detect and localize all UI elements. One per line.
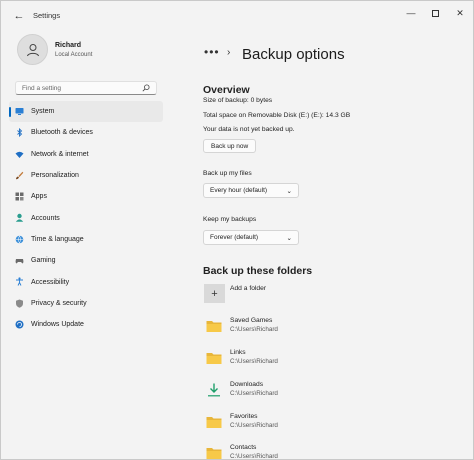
search-icon <box>142 84 150 92</box>
maximize-icon <box>431 9 439 17</box>
add-folder-button[interactable]: + <box>204 284 225 303</box>
accounts-icon <box>15 213 24 223</box>
keep-backups-label: Keep my backups <box>203 216 257 223</box>
accessibility-icon <box>15 277 24 287</box>
sidebar-item-label: Bluetooth & devices <box>31 129 93 137</box>
overview-heading: Overview <box>203 84 250 96</box>
sidebar-item-system[interactable]: System <box>9 101 163 123</box>
scrollbar[interactable] <box>469 31 472 451</box>
folder-path: C:\Users\Richard <box>230 390 278 397</box>
folder-path: C:\Users\Richard <box>230 422 278 429</box>
sidebar-item-bluetooth[interactable]: Bluetooth & devices <box>9 122 163 143</box>
sidebar-item-personalization[interactable]: Personalization <box>9 165 163 186</box>
folder-name: Links <box>230 349 246 356</box>
settings-window: ← Settings — ✕ Richard Local Account Fin… <box>0 0 474 460</box>
folder-item[interactable]: Links C:\Users\Richard <box>206 349 466 375</box>
search-input[interactable]: Find a setting <box>15 81 157 95</box>
sidebar-item-gaming[interactable]: Gaming <box>9 250 163 271</box>
sidebar-item-label: Windows Update <box>31 321 84 329</box>
folder-name: Favorites <box>230 413 258 420</box>
chevron-down-icon: ⌄ <box>286 187 292 195</box>
folder-item[interactable]: Downloads C:\Users\Richard <box>206 381 466 407</box>
sidebar-item-label: Network & internet <box>31 150 89 158</box>
minimize-button[interactable]: — <box>399 5 423 21</box>
bluetooth-icon <box>15 128 24 138</box>
breadcrumb-more-button[interactable]: ••• <box>204 45 220 59</box>
backup-frequency-select[interactable]: Every hour (default) ⌄ <box>203 183 299 198</box>
sidebar-item-accounts[interactable]: Accounts <box>9 207 163 228</box>
download-icon <box>208 383 220 397</box>
sidebar-item-apps[interactable]: Apps <box>9 186 163 207</box>
backup-frequency-label: Back up my files <box>203 170 252 177</box>
sidebar-nav: System Bluetooth & devices Network & int… <box>9 101 163 335</box>
account-type: Local Account <box>55 52 93 58</box>
sidebar-item-windows-update[interactable]: Windows Update <box>9 314 163 335</box>
system-icon <box>15 107 24 116</box>
page-title: Backup options <box>242 46 345 63</box>
folder-item[interactable]: Saved Games C:\Users\Richard <box>206 317 466 343</box>
chevron-right-icon: › <box>227 47 231 58</box>
backup-size-text: Size of backup: 0 bytes <box>203 97 273 104</box>
folder-path: C:\Users\Richard <box>230 326 278 333</box>
maximize-button[interactable] <box>423 5 447 21</box>
close-button[interactable]: ✕ <box>448 5 472 21</box>
shield-icon <box>15 299 24 308</box>
sidebar-item-label: Personalization <box>31 172 79 180</box>
network-icon <box>15 150 24 159</box>
keep-backups-value: Forever (default) <box>210 234 259 241</box>
sidebar-item-label: Accessibility <box>31 278 70 286</box>
sidebar-item-time-language[interactable]: Time & language <box>9 229 163 250</box>
title-bar: ← Settings — ✕ <box>1 1 473 31</box>
folder-name: Contacts <box>230 444 257 451</box>
add-folder-label[interactable]: Add a folder <box>230 285 266 292</box>
user-name: Richard <box>55 42 82 49</box>
back-button[interactable]: ← <box>9 7 29 25</box>
sidebar-item-network[interactable]: Network & internet <box>9 144 163 165</box>
folder-icon <box>206 321 222 332</box>
brush-icon <box>15 171 24 180</box>
update-icon <box>15 320 24 329</box>
sidebar-item-label: Gaming <box>31 257 56 265</box>
folder-icon <box>206 353 222 364</box>
total-space-text: Total space on Removable Disk (E:) (E:):… <box>203 112 351 119</box>
person-icon <box>26 43 39 56</box>
back-up-now-button[interactable]: Back up now <box>203 139 257 153</box>
backup-frequency-value: Every hour (default) <box>210 187 268 194</box>
globe-icon <box>15 235 24 244</box>
folder-path: C:\Users\Richard <box>230 358 278 365</box>
sidebar-item-label: Apps <box>31 193 47 201</box>
folder-icon <box>206 417 222 428</box>
window-title: Settings <box>33 11 61 20</box>
backup-status-text: Your data is not yet backed up. <box>203 126 295 133</box>
avatar[interactable] <box>17 34 48 65</box>
sidebar-item-accessibility[interactable]: Accessibility <box>9 271 163 292</box>
folder-name: Downloads <box>230 381 264 388</box>
sidebar-item-privacy-security[interactable]: Privacy & security <box>9 293 163 314</box>
folder-item[interactable]: Favorites C:\Users\Richard <box>206 413 466 439</box>
sidebar-item-label: Privacy & security <box>31 299 87 307</box>
gaming-icon <box>15 256 24 265</box>
folder-icon <box>206 448 222 459</box>
sidebar-item-label: System <box>31 108 55 116</box>
folder-name: Saved Games <box>230 317 273 324</box>
folder-item[interactable]: Contacts C:\Users\Richard <box>206 444 466 460</box>
chevron-down-icon: ⌄ <box>286 234 292 242</box>
keep-backups-select[interactable]: Forever (default) ⌄ <box>203 230 299 245</box>
apps-icon <box>15 192 24 201</box>
search-placeholder: Find a setting <box>22 84 62 92</box>
sidebar-item-label: Time & language <box>31 235 84 243</box>
folders-heading: Back up these folders <box>203 265 313 277</box>
sidebar-item-label: Accounts <box>31 214 60 222</box>
folder-path: C:\Users\Richard <box>230 453 278 460</box>
